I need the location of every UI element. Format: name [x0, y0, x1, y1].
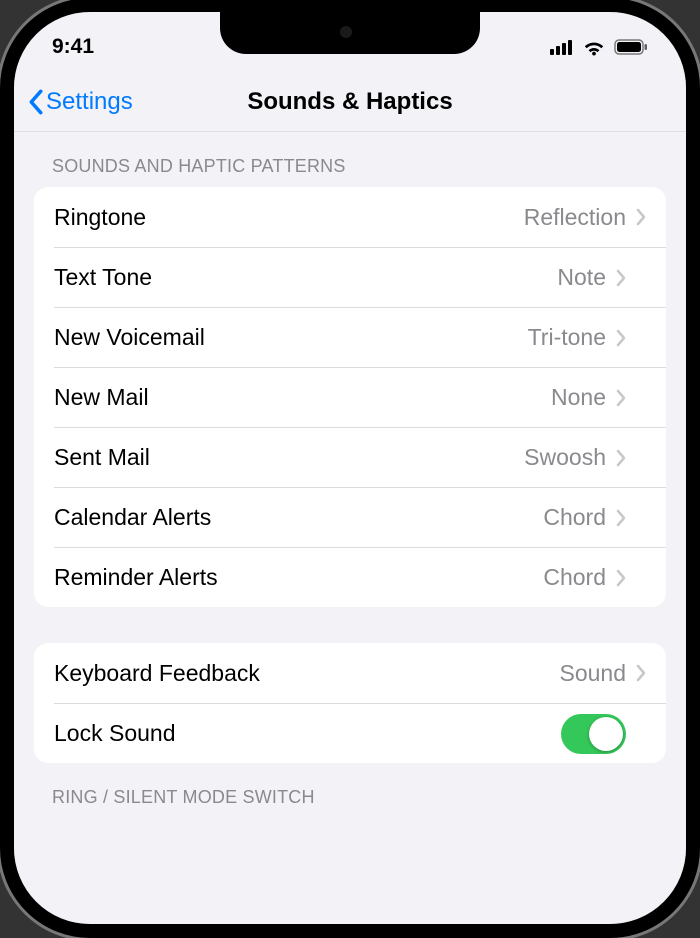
row-label: Text Tone: [54, 264, 557, 291]
row-label: Sent Mail: [54, 444, 524, 471]
nav-bar: Settings Sounds & Haptics: [14, 72, 686, 132]
chevron-right-icon: [616, 389, 626, 407]
section-header-ring-silent: RING / SILENT MODE SWITCH: [34, 763, 666, 818]
row-label: Ringtone: [54, 204, 524, 231]
row-sent-mail[interactable]: Sent Mail Swoosh: [54, 427, 666, 487]
chevron-right-icon: [616, 449, 626, 467]
toggle-knob: [589, 717, 623, 751]
chevron-right-icon: [616, 269, 626, 287]
chevron-right-icon: [616, 569, 626, 587]
back-label: Settings: [46, 88, 133, 116]
row-label: Reminder Alerts: [54, 564, 543, 591]
content: SOUNDS AND HAPTIC PATTERNS Ringtone Refl…: [14, 132, 686, 818]
row-value: Tri-tone: [528, 324, 606, 351]
row-label: New Voicemail: [54, 324, 528, 351]
row-new-voicemail[interactable]: New Voicemail Tri-tone: [54, 307, 666, 367]
row-text-tone[interactable]: Text Tone Note: [54, 247, 666, 307]
row-label: New Mail: [54, 384, 551, 411]
chevron-right-icon: [636, 664, 646, 682]
row-keyboard-feedback[interactable]: Keyboard Feedback Sound: [34, 643, 666, 703]
screen: 9:41 Settings Sounds & Haptics: [14, 12, 686, 924]
back-button[interactable]: Settings: [24, 88, 133, 116]
group-sounds: Ringtone Reflection Text Tone Note New V…: [34, 187, 666, 607]
group-keyboard: Keyboard Feedback Sound Lock Sound: [34, 643, 666, 763]
row-calendar-alerts[interactable]: Calendar Alerts Chord: [54, 487, 666, 547]
row-value: Sound: [559, 660, 626, 687]
chevron-right-icon: [616, 509, 626, 527]
row-ringtone[interactable]: Ringtone Reflection: [34, 187, 666, 247]
row-label: Calendar Alerts: [54, 504, 543, 531]
section-header-sounds: SOUNDS AND HAPTIC PATTERNS: [34, 132, 666, 187]
row-label: Keyboard Feedback: [54, 660, 559, 687]
phone-frame: 9:41 Settings Sounds & Haptics: [0, 0, 700, 938]
cellular-icon: [550, 39, 574, 55]
row-value: Chord: [543, 504, 606, 531]
row-value: Swoosh: [524, 444, 606, 471]
chevron-right-icon: [636, 208, 646, 226]
row-lock-sound[interactable]: Lock Sound: [54, 703, 666, 763]
row-label: Lock Sound: [54, 720, 561, 747]
row-value: None: [551, 384, 606, 411]
chevron-left-icon: [28, 89, 44, 115]
toggle-lock-sound[interactable]: [561, 714, 626, 754]
wifi-icon: [582, 38, 606, 56]
status-icons: [550, 38, 648, 56]
notch: [220, 10, 480, 54]
status-time: 9:41: [52, 35, 94, 59]
battery-icon: [614, 39, 648, 55]
chevron-right-icon: [616, 329, 626, 347]
row-reminder-alerts[interactable]: Reminder Alerts Chord: [54, 547, 666, 607]
row-value: Reflection: [524, 204, 626, 231]
row-new-mail[interactable]: New Mail None: [54, 367, 666, 427]
row-value: Chord: [543, 564, 606, 591]
row-value: Note: [557, 264, 606, 291]
